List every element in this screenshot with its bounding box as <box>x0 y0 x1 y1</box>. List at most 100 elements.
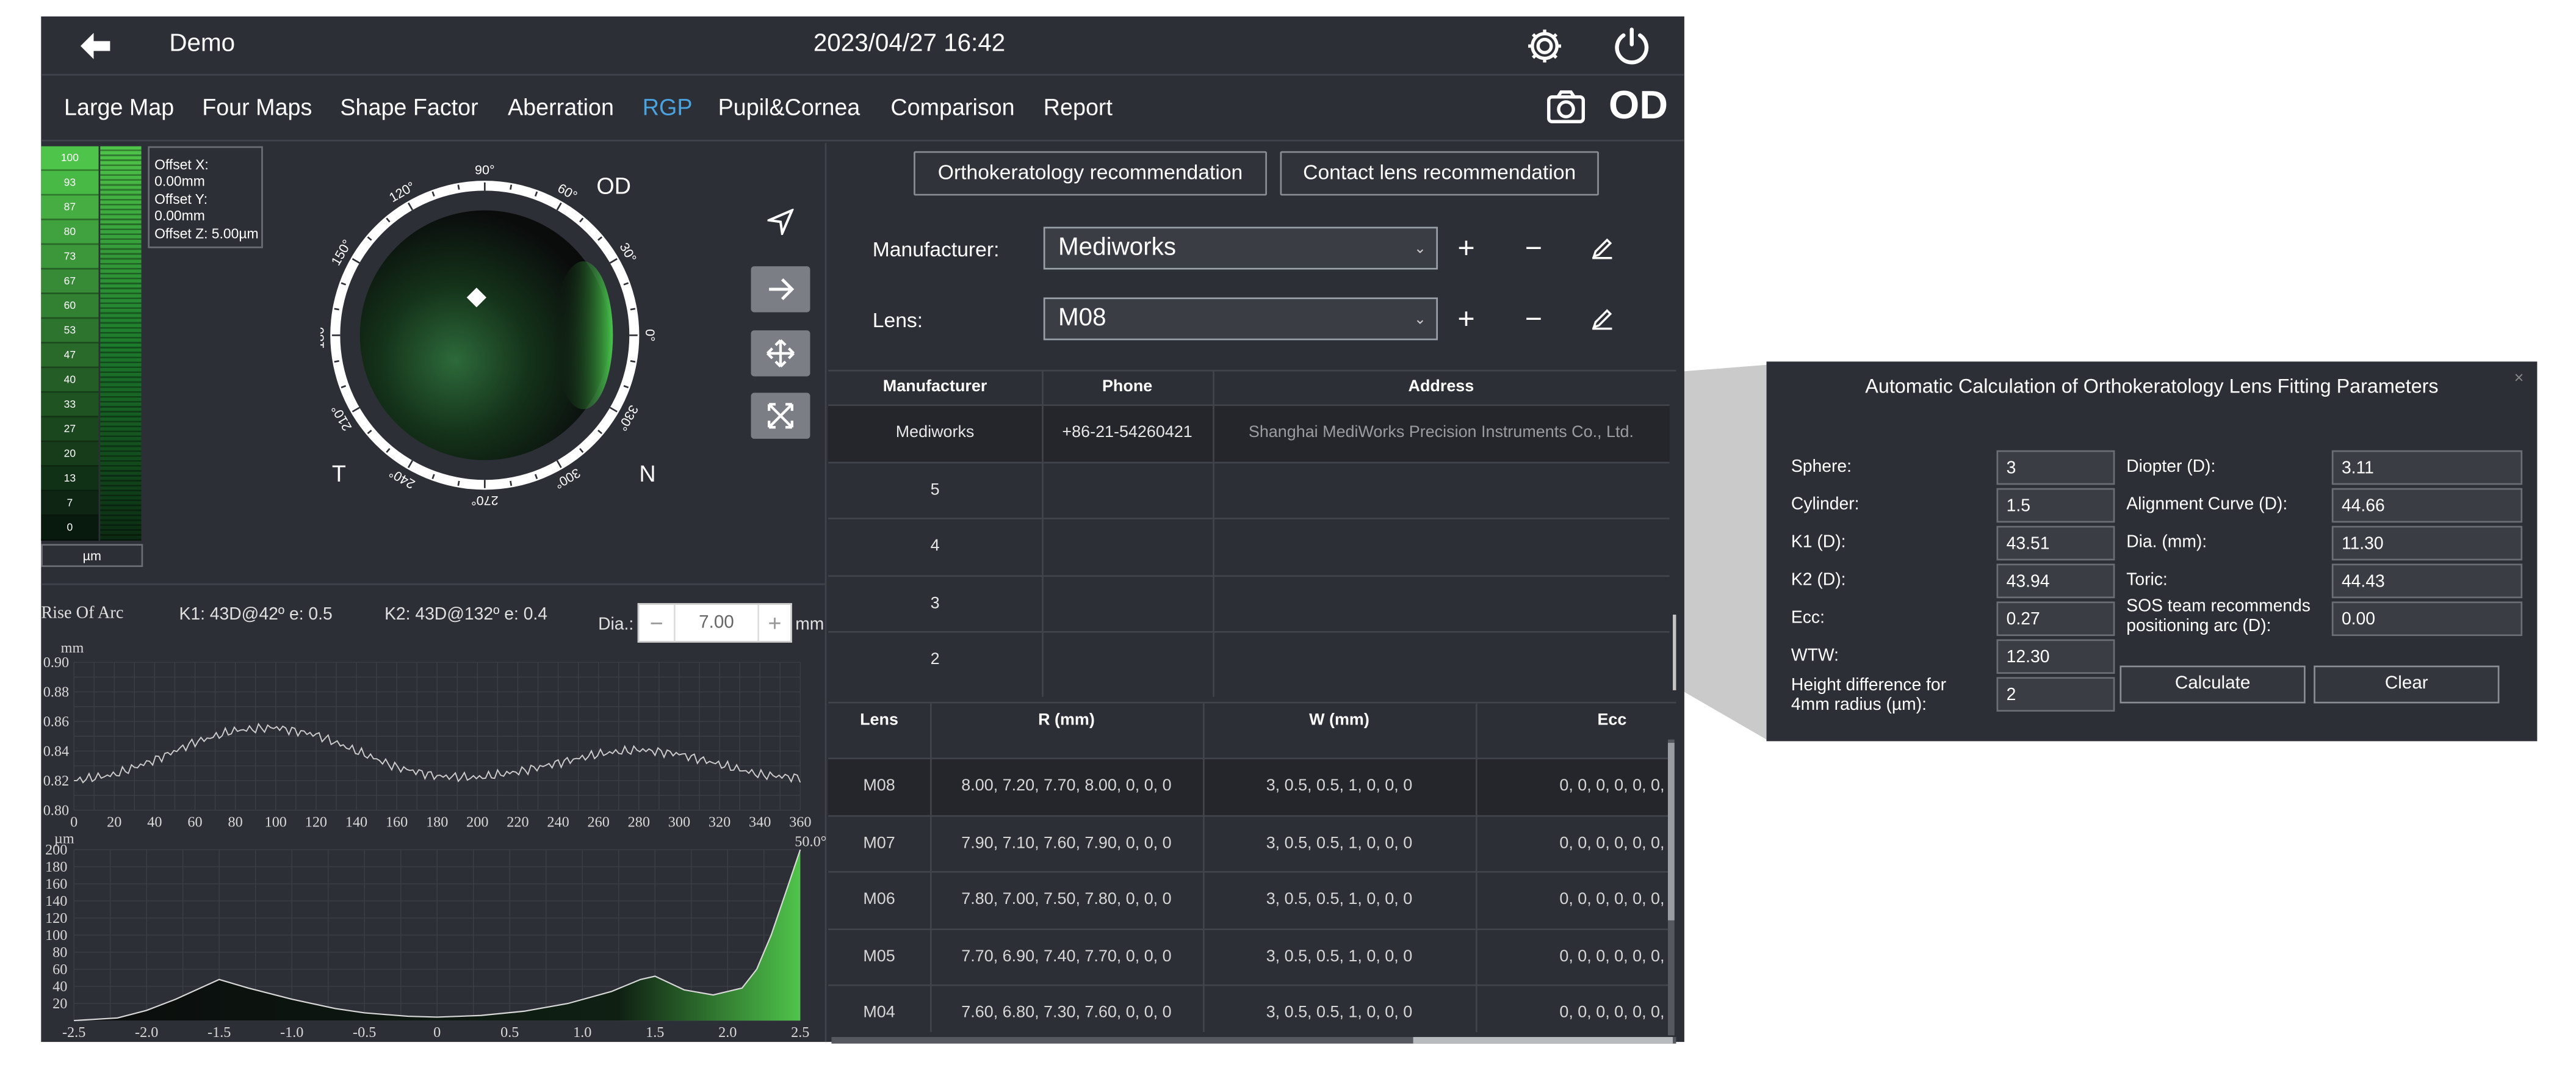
dialog-field-label: Sphere: <box>1791 457 1852 477</box>
y-tick: 120 <box>45 910 67 927</box>
lens-cell: 7.80, 7.00, 7.50, 7.80, 0, 0, 0 <box>961 891 1172 909</box>
lens-vscroll-thumb[interactable] <box>1667 743 1675 920</box>
dialog-field-input[interactable]: 12.30 <box>1996 639 2115 674</box>
scale-value: 27 <box>41 417 99 443</box>
lens-row[interactable]: M08 8.00, 7.20, 7.70, 8.00, 0, 0, 0 3, 0.5… <box>828 757 1670 815</box>
tab-aberration[interactable]: Aberration <box>508 93 614 120</box>
table-row[interactable]: 3 <box>828 574 1670 631</box>
dialog-field-input[interactable]: 3.11 <box>2331 450 2523 485</box>
scale-unit: µm <box>41 544 143 567</box>
table-row[interactable]: 5 <box>828 461 1670 518</box>
y-tick: 80 <box>52 944 67 961</box>
x-tick: 140 <box>345 814 367 829</box>
y-tick: 0.86 <box>43 714 69 730</box>
tab-pupil-cornea[interactable]: Pupil&Cornea <box>718 93 860 120</box>
dialog-field-input[interactable]: 44.66 <box>2331 488 2523 523</box>
lens-col-line-3 <box>1475 703 1477 1032</box>
manufacturer-edit-icon[interactable] <box>1590 237 1614 260</box>
dialog-field-input[interactable]: 0.27 <box>1996 601 2115 637</box>
contact-recommendation-button[interactable]: Contact lens recommendation <box>1280 151 1599 196</box>
calculate-button[interactable]: Calculate <box>2120 665 2306 704</box>
lens-hscroll-thumb[interactable] <box>1413 1037 1673 1044</box>
dialog-field-label: Dia. (mm): <box>2126 532 2207 552</box>
arrow-right-button[interactable] <box>751 266 810 313</box>
lens-cell: 3, 0.5, 0.5, 1, 0, 0, 0 <box>1266 947 1413 966</box>
datetime: 2023/04/27 16:42 <box>813 29 1006 58</box>
lens-cell: 0, 0, 0, 0, 0, 0, <box>1559 947 1665 966</box>
dialog-field-input[interactable]: 0.00 <box>2331 601 2523 637</box>
dialog-field-label: K1 (D): <box>1791 532 1846 552</box>
chart-ylabel: mm <box>61 640 84 656</box>
y-tick: 200 <box>45 842 67 858</box>
table-row[interactable]: Mediworks +86-21-54260421 Shanghai MediWor… <box>828 404 1670 461</box>
lens-row[interactable]: M06 7.80, 7.00, 7.50, 7.80, 0, 0, 0 3, 0.5… <box>828 871 1670 928</box>
power-icon[interactable] <box>1612 26 1651 66</box>
mfr-scrollbar[interactable] <box>1673 615 1676 690</box>
y-tick: 160 <box>45 876 67 892</box>
dial-temporal-label: T <box>331 460 346 487</box>
dial-angle-label: 270° <box>471 493 499 508</box>
lens-remove-icon[interactable]: − <box>1525 302 1542 337</box>
x-tick: 80 <box>228 814 243 829</box>
x-tick: 360 <box>789 814 811 829</box>
x-tick: 120 <box>305 814 327 829</box>
table-row[interactable]: 2 <box>828 630 1670 688</box>
lens-row[interactable]: M05 7.70, 6.90, 7.40, 7.70, 0, 0, 0 3, 0.5… <box>828 927 1670 984</box>
dialog-field-input[interactable]: 11.30 <box>2331 526 2523 561</box>
manufacturer-select[interactable]: Mediworks ⌄ <box>1043 226 1438 270</box>
lens-cell: 7.90, 7.10, 7.60, 7.90, 0, 0, 0 <box>961 834 1172 853</box>
tab-rgp[interactable]: RGP <box>643 93 693 120</box>
lens-row[interactable]: M07 7.90, 7.10, 7.60, 7.90, 0, 0, 0 3, 0.5… <box>828 814 1670 871</box>
header-ecc: Ecc <box>1597 711 1627 730</box>
lens-cell: 3, 0.5, 0.5, 1, 0, 0, 0 <box>1266 1004 1413 1022</box>
lens-select[interactable]: M08 ⌄ <box>1043 297 1438 341</box>
navigate-icon[interactable] <box>767 208 794 236</box>
offset-x: Offset X: 0.00mm <box>154 156 209 189</box>
dialog-field-input[interactable]: 43.94 <box>1996 563 2115 599</box>
dialog-field-input[interactable]: 44.43 <box>2331 563 2523 599</box>
table-cell: Shanghai MediWorks Precision Instruments… <box>1248 424 1634 443</box>
lens-add-icon[interactable]: + <box>1457 302 1474 337</box>
y-tick: 100 <box>45 927 67 944</box>
scale-value: 0 <box>41 516 99 541</box>
y-tick: 40 <box>52 978 67 995</box>
dialog-field-label: Ecc: <box>1791 608 1825 628</box>
app-window: Demo 2023/04/27 16:42 Large Map Four Map… <box>41 16 1684 1044</box>
dialog-field-input[interactable]: 3 <box>1996 450 2115 485</box>
lens-edit-icon[interactable] <box>1590 308 1614 331</box>
page-title: Demo <box>169 29 236 58</box>
lens-cell: 8.00, 7.20, 7.70, 8.00, 0, 0, 0 <box>961 777 1172 796</box>
x-tick: 100 <box>265 814 287 829</box>
lens-cell: 0, 0, 0, 0, 0, 0, <box>1559 891 1665 909</box>
manufacturer-remove-icon[interactable]: − <box>1525 232 1542 267</box>
camera-icon[interactable] <box>1546 89 1586 125</box>
table-row[interactable]: 4 <box>828 518 1670 574</box>
left-separator <box>41 583 827 585</box>
dialog-title: Automatic Calculation of Orthokeratology… <box>1865 374 2439 398</box>
move-button[interactable] <box>751 330 810 377</box>
x-tick: 1.5 <box>646 1024 664 1041</box>
manufacturer-label: Manufacturer: <box>872 238 1000 262</box>
lens-cell: 3, 0.5, 0.5, 1, 0, 0, 0 <box>1266 891 1413 909</box>
gear-icon[interactable] <box>1526 28 1562 64</box>
tab-four-maps[interactable]: Four Maps <box>202 93 312 120</box>
dialog-field-input[interactable]: 1.5 <box>1996 488 2115 523</box>
dialog-close-icon[interactable]: × <box>2514 370 2524 388</box>
header-w: W (mm) <box>1309 711 1369 730</box>
dialog-field-input[interactable]: 2 <box>1996 677 2115 712</box>
dialog-field-input[interactable]: 43.51 <box>1996 526 2115 561</box>
x-tick: 2.5 <box>791 1024 809 1041</box>
expand-button[interactable] <box>751 392 810 439</box>
x-tick: 60 <box>187 814 202 829</box>
tab-comparison[interactable]: Comparison <box>890 93 1014 120</box>
clear-button[interactable]: Clear <box>2314 665 2500 704</box>
scale-value: 33 <box>41 392 99 417</box>
manufacturer-add-icon[interactable]: + <box>1457 232 1474 267</box>
ortho-recommendation-button[interactable]: Orthokeratology recommendation <box>914 151 1267 196</box>
tab-report[interactable]: Report <box>1044 93 1113 120</box>
tab-shape-factor[interactable]: Shape Factor <box>340 93 478 120</box>
back-arrow-icon[interactable] <box>80 32 114 59</box>
lens-row[interactable]: M04 7.60, 6.80, 7.30, 7.60, 0, 0, 0 3, 0.5… <box>828 984 1670 1041</box>
x-tick: 200 <box>466 814 488 829</box>
tab-large-map[interactable]: Large Map <box>64 93 174 120</box>
